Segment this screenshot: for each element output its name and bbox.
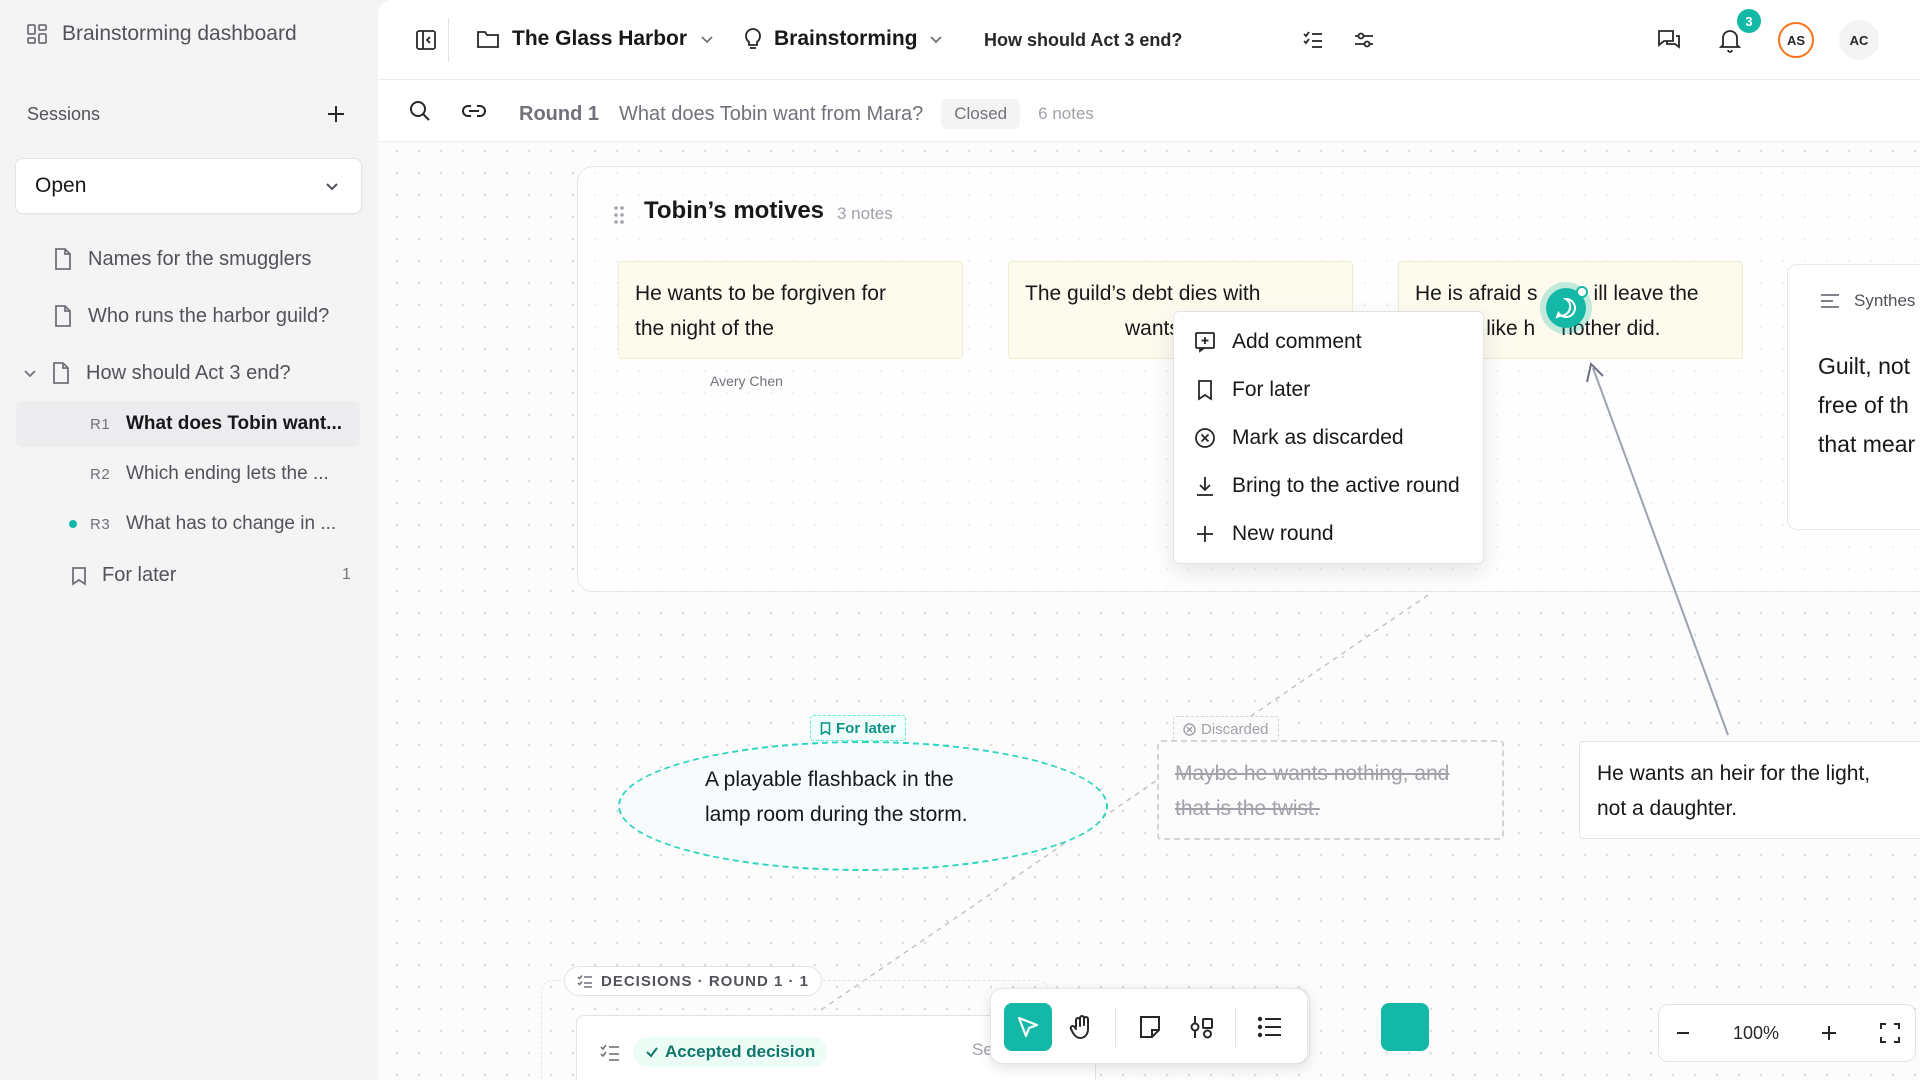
sidebar-item-label: Names for the smugglers bbox=[88, 247, 312, 270]
arrow-down-tray-icon bbox=[1197, 477, 1213, 496]
zoom-in-button[interactable] bbox=[1819, 1023, 1839, 1043]
shapes-tool-button[interactable] bbox=[1178, 1003, 1226, 1051]
bookmark-icon bbox=[72, 566, 86, 586]
document-icon bbox=[55, 248, 71, 270]
checklist-icon bbox=[600, 1044, 619, 1061]
chevron-down-icon bbox=[326, 183, 338, 191]
menu-item-mark-discarded[interactable]: Mark as discarded bbox=[1174, 414, 1483, 462]
main-canvas[interactable]: The Glass Harbor Brainstorming How shoul… bbox=[378, 0, 1920, 1080]
document-icon bbox=[55, 305, 71, 327]
bookmark-icon bbox=[820, 721, 831, 735]
session-filter-value: Open bbox=[35, 174, 87, 197]
round-tag: R2 bbox=[90, 465, 111, 483]
chevron-down-icon bbox=[24, 370, 36, 378]
dashboard-title: Brainstorming dashboard bbox=[62, 22, 297, 45]
sidebar-item-label: Who runs the harbor guild? bbox=[88, 304, 330, 327]
decisions-label: DECISIONS · ROUND 1 · 1 bbox=[564, 966, 823, 996]
menu-item-label: Bring to the active round bbox=[1232, 474, 1460, 497]
active-dot bbox=[69, 520, 77, 528]
circle-x-icon bbox=[1195, 428, 1215, 448]
for-later-note-text: A playable flashback in the lamp room du… bbox=[705, 768, 968, 826]
grid-icon bbox=[26, 23, 48, 45]
round-tag: R1 bbox=[90, 415, 111, 433]
discarded-tag: Discarded bbox=[1173, 716, 1279, 742]
menu-item-new-round[interactable]: New round bbox=[1174, 510, 1483, 558]
plus-icon bbox=[328, 106, 344, 122]
sessions-header: Sessions bbox=[27, 103, 347, 125]
accepted-decision-badge: Accepted decision bbox=[633, 1037, 828, 1067]
list-icon bbox=[1257, 1016, 1281, 1038]
list-tool-button[interactable] bbox=[1246, 1003, 1294, 1051]
checklist-icon bbox=[577, 975, 592, 988]
menu-item-label: For later bbox=[1232, 378, 1311, 401]
pan-tool-button[interactable] bbox=[1058, 1003, 1106, 1051]
sidebar: Brainstorming dashboard Sessions Open Na… bbox=[0, 0, 378, 1080]
check-icon bbox=[646, 1047, 658, 1058]
context-menu: Add comment For later Mark as discarded … bbox=[1173, 311, 1484, 564]
fullscreen-icon bbox=[1880, 1023, 1900, 1043]
add-session-button[interactable] bbox=[325, 103, 347, 125]
comment-plus-icon bbox=[1195, 332, 1215, 353]
sidebar-item-harbor-guild[interactable]: Who runs the harbor guild? bbox=[52, 304, 329, 328]
sidebar-round-r2[interactable]: R2 Which ending lets the ... bbox=[16, 451, 360, 497]
round-label: Which ending lets the ... bbox=[126, 463, 329, 484]
sidebar-round-r3[interactable]: R3 What has to change in ... bbox=[16, 501, 360, 547]
plus-icon bbox=[1197, 526, 1213, 542]
plus-icon bbox=[1822, 1026, 1837, 1040]
zoom-level[interactable]: 100% bbox=[1733, 1023, 1779, 1044]
menu-item-bring-active[interactable]: Bring to the active round bbox=[1174, 462, 1483, 510]
sidebar-round-r1[interactable]: R1 What does Tobin want... bbox=[16, 401, 360, 447]
for-later-count: 1 bbox=[342, 566, 351, 583]
shapes-icon bbox=[1190, 1016, 1213, 1039]
divider bbox=[1115, 1007, 1116, 1047]
round-tag: R3 bbox=[90, 515, 111, 533]
divider bbox=[1235, 1007, 1236, 1047]
for-later-tag: For later bbox=[810, 715, 907, 741]
zoom-out-button[interactable] bbox=[1673, 1023, 1693, 1043]
sticky-note-icon bbox=[1140, 1016, 1160, 1038]
menu-item-for-later[interactable]: For later bbox=[1174, 366, 1483, 414]
sticky-note-heir[interactable]: He wants an heir for the light, not a da… bbox=[1579, 741, 1920, 839]
hand-icon bbox=[1069, 1015, 1089, 1040]
sidebar-item-for-later[interactable]: For later bbox=[70, 564, 176, 587]
circle-x-icon bbox=[1183, 722, 1196, 736]
zoom-controls: 100% bbox=[1658, 1004, 1916, 1062]
sidebar-item-label: How should Act 3 end? bbox=[86, 361, 291, 384]
minus-icon bbox=[1677, 1032, 1689, 1034]
select-tool-button[interactable] bbox=[1004, 1003, 1052, 1051]
sidebar-item-act3[interactable]: How should Act 3 end? bbox=[22, 361, 291, 385]
bookmark-icon bbox=[1198, 380, 1212, 401]
menu-item-label: Add comment bbox=[1232, 330, 1362, 353]
canvas-tool-dock bbox=[990, 988, 1308, 1064]
connector-lines bbox=[817, 362, 1729, 1013]
session-filter-select[interactable]: Open bbox=[15, 158, 362, 214]
sidebar-item-smugglers[interactable]: Names for the smugglers bbox=[52, 247, 311, 271]
cursor-arrow-icon bbox=[1017, 1016, 1039, 1038]
fullscreen-button[interactable] bbox=[1879, 1022, 1901, 1044]
round-label: What does Tobin want... bbox=[126, 413, 343, 434]
dashboard-link[interactable]: Brainstorming dashboard bbox=[26, 22, 297, 46]
discarded-note[interactable]: Maybe he wants nothing, and that is the … bbox=[1157, 740, 1504, 840]
sessions-label: Sessions bbox=[27, 103, 101, 124]
select-tool-button[interactable] bbox=[1381, 1003, 1429, 1051]
menu-item-label: New round bbox=[1232, 522, 1334, 545]
for-later-label: For later bbox=[102, 564, 177, 586]
menu-item-label: Mark as discarded bbox=[1232, 426, 1404, 449]
round-label: What has to change in ... bbox=[126, 513, 337, 534]
sticky-note-tool-button[interactable] bbox=[1126, 1003, 1174, 1051]
document-icon bbox=[53, 362, 69, 384]
menu-item-add-comment[interactable]: Add comment bbox=[1174, 318, 1483, 366]
